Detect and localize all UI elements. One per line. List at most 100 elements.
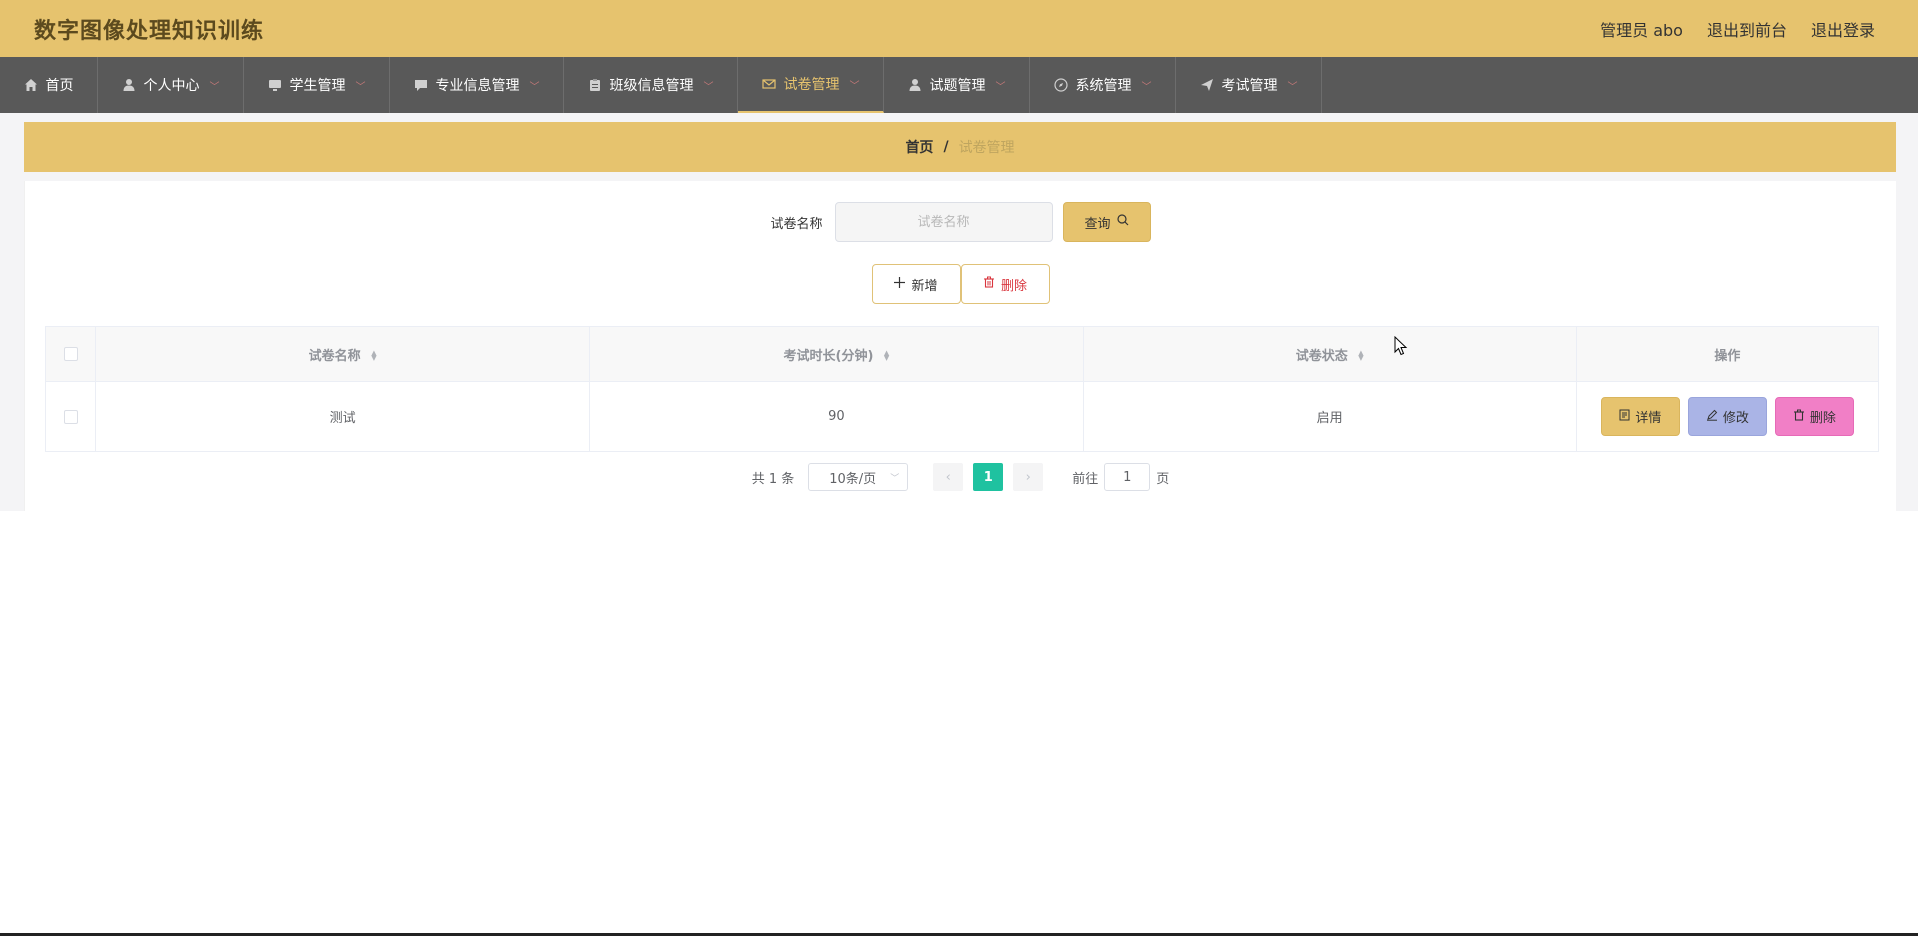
mouse-cursor-icon	[1394, 335, 1408, 360]
chevron-down-icon: ﹀	[355, 81, 366, 93]
pagination: 共 1 条 10条/页 ﹀ ‹ 1 › 前往 页	[25, 463, 1896, 491]
column-header-actions-label: 操作	[1714, 348, 1741, 364]
table-row: 测试 90 启用 详情 修改 删除	[44, 381, 1880, 452]
nav-label-class-info-management: 班级信息管理	[609, 78, 694, 94]
cell-name: 测试	[95, 381, 591, 452]
row-delete-button[interactable]: 删除	[1774, 397, 1854, 436]
column-header-status[interactable]: 试卷状态 ▲ ▼	[1082, 326, 1577, 382]
breadcrumb-current: 试卷管理	[958, 140, 1015, 156]
clipboard-icon	[588, 78, 602, 92]
row-select-cell[interactable]	[44, 381, 97, 452]
batch-delete-button[interactable]: 删除	[960, 264, 1050, 304]
row-delete-button-label: 删除	[1809, 411, 1836, 426]
search-input[interactable]	[834, 202, 1053, 242]
nav-item-major-info-management[interactable]: 专业信息管理 ﹀	[390, 57, 564, 113]
monitor-icon	[268, 78, 282, 92]
main-nav: 首页 个人中心 ﹀ 学生管理 ﹀ 专业信息管理 ﹀ 班级信息管理 ﹀ 试卷管理 …	[0, 57, 1918, 113]
header-links: 管理员 abo 退出到前台 退出登录	[1600, 17, 1875, 41]
nav-item-question-management[interactable]: 试题管理 ﹀	[884, 57, 1030, 113]
select-all-checkbox[interactable]	[63, 347, 78, 361]
table-header-row: 试卷名称 ▲ ▼ 考试时长(分钟) ▲ ▼ 试卷状态 ▲ ▼ 操作	[44, 326, 1880, 382]
chevron-down-icon: ﹀	[1287, 81, 1298, 93]
nav-label-personal-center: 个人中心	[143, 78, 200, 94]
row-checkbox[interactable]	[63, 409, 78, 424]
admin-user-label: 管理员 abo	[1600, 20, 1683, 40]
nav-label-exam-paper-management: 试卷管理	[783, 77, 840, 93]
column-header-duration-label: 考试时长(分钟)	[783, 348, 874, 364]
goto-page-input[interactable]	[1104, 463, 1151, 491]
plus-icon	[894, 276, 906, 292]
search-label: 试卷名称	[770, 216, 823, 232]
nav-item-personal-center[interactable]: 个人中心 ﹀	[98, 57, 244, 113]
page-size-value: 10条/页	[829, 471, 877, 487]
batch-delete-button-label: 删除	[1000, 278, 1027, 294]
trash-icon	[1793, 409, 1805, 425]
goto-page: 前往 页	[1072, 463, 1169, 491]
header-select-all[interactable]	[44, 326, 97, 382]
sort-icon[interactable]: ▲ ▼	[371, 350, 376, 362]
breadcrumb: 首页 / 试卷管理	[24, 122, 1896, 172]
app-title: 数字图像处理知识训练	[34, 18, 265, 44]
cell-duration: 90	[589, 381, 1084, 452]
logout-link[interactable]: 退出登录	[1811, 17, 1875, 41]
nav-item-exam-management[interactable]: 考试管理 ﹀	[1176, 57, 1322, 113]
chevron-down-icon: ﹀	[1141, 81, 1152, 93]
column-header-name[interactable]: 试卷名称 ▲ ▼	[95, 326, 591, 382]
nav-item-home[interactable]: 首页	[0, 57, 98, 113]
detail-button[interactable]: 详情	[1600, 397, 1680, 436]
row-action-buttons: 详情 修改 删除	[1577, 397, 1878, 436]
add-button-label: 新增	[911, 278, 938, 294]
send-icon	[1200, 78, 1214, 92]
breadcrumb-home[interactable]: 首页	[905, 137, 933, 157]
column-header-name-label: 试卷名称	[308, 348, 361, 364]
content-panel: 试卷名称 查询 新增 删除	[24, 181, 1896, 511]
chevron-down-icon: ﹀	[849, 80, 860, 92]
edit-icon	[1706, 409, 1718, 425]
nav-item-exam-paper-management[interactable]: 试卷管理 ﹀	[738, 57, 884, 113]
chevron-down-icon: ﹀	[995, 81, 1006, 93]
page: 数字图像处理知识训练 管理员 abo 退出到前台 退出登录 首页 个人中心 ﹀ …	[0, 0, 1918, 936]
chevron-down-icon: ﹀	[529, 81, 540, 93]
query-button[interactable]: 查询	[1062, 202, 1151, 242]
edit-button-label: 修改	[1722, 411, 1749, 426]
sort-icon[interactable]: ▲ ▼	[1358, 350, 1363, 362]
home-icon	[24, 78, 38, 92]
user-icon	[908, 78, 922, 92]
chevron-down-icon: ﹀	[209, 81, 220, 93]
goto-label: 前往	[1072, 471, 1099, 487]
column-header-duration[interactable]: 考试时长(分钟) ▲ ▼	[589, 326, 1084, 382]
nav-item-student-management[interactable]: 学生管理 ﹀	[244, 57, 390, 113]
trash-icon	[983, 276, 995, 292]
pagination-total: 共 1 条	[751, 471, 795, 487]
add-button[interactable]: 新增	[871, 264, 961, 304]
page-number-current[interactable]: 1	[973, 463, 1004, 491]
page-size-select[interactable]: 10条/页 ﹀	[808, 463, 909, 491]
compass-icon	[1053, 78, 1068, 92]
chevron-right-icon: ›	[1025, 469, 1031, 485]
edit-button[interactable]: 修改	[1687, 397, 1767, 436]
search-form: 试卷名称 查询	[25, 202, 1896, 242]
background-strip-mid	[0, 172, 1918, 181]
breadcrumb-separator: /	[943, 139, 949, 155]
column-header-actions: 操作	[1575, 326, 1880, 382]
nav-item-class-info-management[interactable]: 班级信息管理 ﹀	[564, 57, 738, 113]
nav-item-system-management[interactable]: 系统管理 ﹀	[1030, 57, 1176, 113]
nav-label-student-management: 学生管理	[289, 78, 346, 94]
exit-to-front-link[interactable]: 退出到前台	[1707, 17, 1787, 41]
cell-status: 启用	[1082, 381, 1577, 452]
nav-label-major-info-management: 专业信息管理	[435, 78, 520, 94]
sort-icon[interactable]: ▲ ▼	[884, 350, 889, 362]
nav-label-exam-management: 考试管理	[1221, 78, 1278, 94]
user-icon	[122, 78, 136, 92]
background-strip	[0, 113, 1918, 122]
query-button-label: 查询	[1084, 216, 1111, 232]
mail-icon	[761, 77, 776, 91]
search-icon	[1116, 214, 1129, 230]
top-header: 数字图像处理知识训练 管理员 abo 退出到前台 退出登录	[0, 0, 1918, 57]
exam-paper-table: 试卷名称 ▲ ▼ 考试时长(分钟) ▲ ▼ 试卷状态 ▲ ▼ 操作 测试 90 …	[44, 326, 1880, 452]
nav-label-home: 首页	[45, 78, 74, 94]
chevron-down-icon: ﹀	[703, 81, 714, 93]
prev-page-button[interactable]: ‹	[933, 463, 964, 491]
nav-label-question-management: 试题管理	[929, 78, 986, 94]
next-page-button[interactable]: ›	[1013, 463, 1044, 491]
